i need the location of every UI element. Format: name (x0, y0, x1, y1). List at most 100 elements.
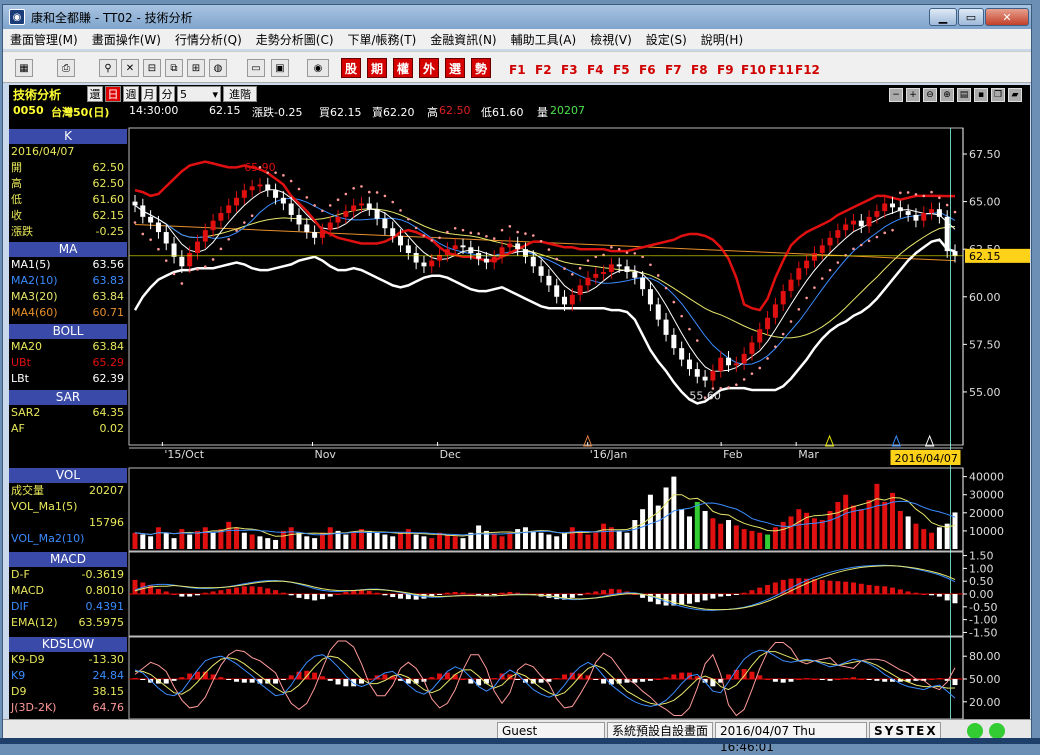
search-icon[interactable]: ⚲ (99, 59, 117, 77)
kd-bar (327, 679, 333, 681)
tile-icon[interactable]: ⊟ (143, 59, 161, 77)
volume-bar (913, 523, 919, 549)
image-icon[interactable]: ▣ (271, 59, 289, 77)
candle-body (936, 209, 942, 217)
menu-screen-manage[interactable]: 畫面管理(M) (3, 31, 85, 48)
week-button[interactable]: 週 (123, 86, 139, 102)
period-select[interactable]: 5 ▾ (177, 86, 221, 102)
minimize-button[interactable]: ▁ (929, 8, 957, 26)
candle-body (140, 205, 146, 217)
menu-help[interactable]: 說明(H) (694, 31, 750, 48)
kd-bar (343, 679, 349, 687)
candle-body (530, 256, 536, 267)
day-button[interactable]: 日 (105, 86, 121, 102)
menu-quote-analysis[interactable]: 行情分析(Q) (168, 31, 249, 48)
ma2-value: 63.83 (92, 274, 125, 287)
globe-icon[interactable]: ◍ (209, 59, 227, 77)
menu-screen-operate[interactable]: 畫面操作(W) (85, 31, 168, 48)
macd-bar (726, 594, 732, 597)
f2-key[interactable]: F2 (535, 63, 552, 77)
volume-bar (452, 536, 458, 549)
kd-bar (819, 679, 825, 680)
restore-button[interactable]: 還 (87, 86, 103, 102)
f12-key[interactable]: F12 (795, 63, 820, 77)
chart-area[interactable]: 67.50 65.00 62.50 60.00 57.50 55.00 '15/Oct Nov… (9, 85, 1030, 719)
menu-tools[interactable]: 輔助工具(A) (504, 31, 584, 48)
volume-bar (179, 529, 185, 549)
card-icon[interactable]: ▭ (247, 59, 265, 77)
kd-bar (772, 679, 778, 682)
f8-key[interactable]: F8 (691, 63, 708, 77)
options-button[interactable]: 權 (393, 58, 413, 78)
vol-ma1-value: 15796 (89, 516, 124, 529)
month-button[interactable]: 月 (141, 86, 157, 102)
chat-icon[interactable]: ▤ (957, 88, 971, 102)
trend-button[interactable]: 勢 (471, 58, 491, 78)
folder-icon[interactable]: ▰ (1008, 88, 1022, 102)
candle-body (921, 213, 927, 221)
layout-icon[interactable]: ▦ (15, 59, 33, 77)
f10-key[interactable]: F10 (741, 63, 766, 77)
f7-key[interactable]: F7 (665, 63, 682, 77)
close-button[interactable]: ✕ (985, 8, 1029, 26)
macd-bar (593, 591, 599, 594)
futures-button[interactable]: 期 (367, 58, 387, 78)
menu-view[interactable]: 檢視(V) (583, 31, 639, 48)
macd-label: MACD (11, 584, 44, 597)
kd-row: J(3D-2K) 64.76 (9, 700, 127, 716)
sar-dot (133, 221, 137, 224)
f3-key[interactable]: F3 (561, 63, 578, 77)
menu-trend-chart[interactable]: 走勢分析圖(C) (249, 31, 341, 48)
minus-icon[interactable]: − (889, 88, 903, 102)
volume-bar (296, 532, 302, 549)
volume-bar (210, 532, 216, 549)
sar-dot (250, 214, 254, 217)
volume-bar (929, 532, 935, 549)
close-tab-icon[interactable]: ✕ (121, 59, 139, 77)
title-bar[interactable]: ◉ 康和全都賺 - TT02 - 技術分析 ▁ ▭ ✕ (3, 5, 1031, 29)
vol-tick-label: 10000 (969, 525, 1004, 538)
advanced-button[interactable]: 進階 (223, 86, 257, 102)
sar-dot (282, 174, 285, 177)
sar-dot (688, 327, 691, 331)
menu-settings[interactable]: 設定(S) (639, 31, 694, 48)
minute-button[interactable]: 分 (159, 86, 175, 102)
sar-dot (766, 357, 769, 360)
foreign-button[interactable]: 外 (419, 58, 439, 78)
plus-icon[interactable]: + (906, 88, 920, 102)
macd-bar (132, 579, 138, 594)
sar-dot (805, 296, 808, 300)
f1-key[interactable]: F1 (509, 63, 526, 77)
sar-dot (571, 273, 574, 276)
stock-button[interactable]: 股 (341, 58, 361, 78)
kd-bar (733, 669, 739, 679)
menu-order-account[interactable]: 下單/帳務(T) (341, 31, 424, 48)
candle-body (780, 291, 786, 305)
macd-bar (163, 591, 169, 594)
zoom-in-icon[interactable]: ⊕ (940, 88, 954, 102)
f6-key[interactable]: F6 (639, 63, 656, 77)
save-icon[interactable]: ▪ (974, 88, 988, 102)
kd-bar (780, 679, 786, 683)
zoom-out-icon[interactable]: ⊖ (923, 88, 937, 102)
grid-icon[interactable]: ⊞ (187, 59, 205, 77)
f5-key[interactable]: F5 (613, 63, 630, 77)
cascade-icon[interactable]: ⧉ (165, 59, 183, 77)
sar-value: 64.35 (92, 406, 125, 419)
macd-bar (187, 594, 193, 597)
maximize-button[interactable]: ▭ (958, 8, 984, 26)
f4-key[interactable]: F4 (587, 63, 604, 77)
candle-body (304, 224, 310, 233)
vol-value: 20207 (89, 484, 124, 497)
f11-key[interactable]: F11 (769, 63, 794, 77)
volume-bar (694, 501, 700, 549)
candle-body (194, 241, 200, 253)
window-icon[interactable]: ❐ (991, 88, 1005, 102)
sar-dot (906, 191, 910, 194)
menu-finance-info[interactable]: 金融資訊(N) (423, 31, 503, 48)
print-icon[interactable]: ⎙ (57, 59, 75, 77)
select-button[interactable]: 選 (445, 58, 465, 78)
volume-bar (265, 538, 271, 549)
f9-key[interactable]: F9 (717, 63, 734, 77)
systex-logo-icon[interactable]: ◉ (307, 59, 329, 77)
